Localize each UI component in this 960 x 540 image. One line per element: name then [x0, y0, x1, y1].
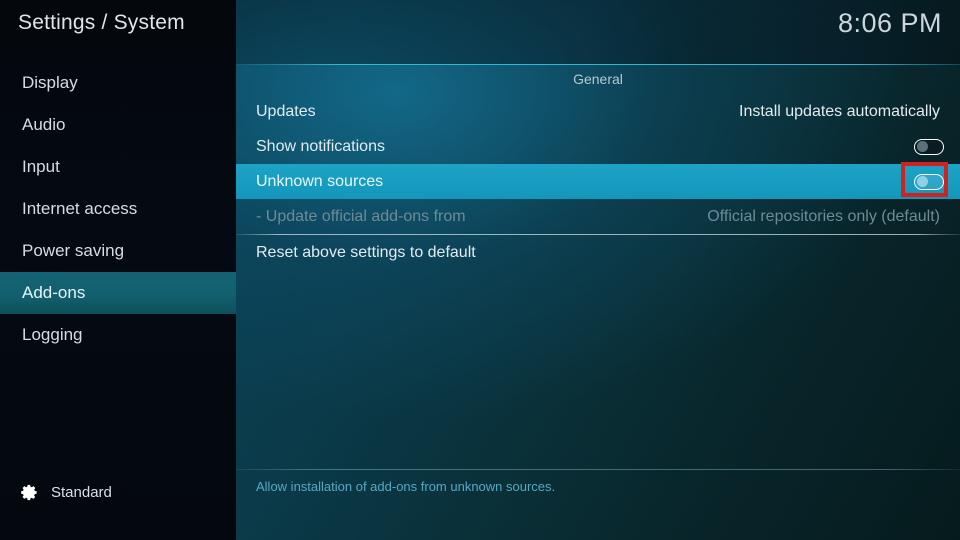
- settings-list: Updates Install updates automatically Sh…: [236, 94, 960, 270]
- sidebar-item-logging[interactable]: Logging: [0, 314, 236, 356]
- breadcrumb: Settings / System: [18, 11, 185, 34]
- show-notifications-toggle[interactable]: [914, 138, 944, 155]
- setting-label: Show notifications: [256, 137, 385, 155]
- sidebar-item-add-ons[interactable]: Add-ons: [0, 272, 236, 314]
- sidebar-item-label: Logging: [22, 325, 83, 344]
- sidebar-item-label: Audio: [22, 115, 66, 134]
- toggle-knob: [916, 175, 928, 187]
- sidebar-item-label: Internet access: [22, 199, 138, 218]
- sidebar-item-input[interactable]: Input: [0, 146, 236, 188]
- sidebar-item-display[interactable]: Display: [0, 62, 236, 104]
- toggle-knob: [916, 140, 928, 152]
- gear-icon: [20, 483, 39, 502]
- setting-row-show-notifications[interactable]: Show notifications: [236, 129, 960, 164]
- sidebar-item-audio[interactable]: Audio: [0, 104, 236, 146]
- sidebar-item-label: Power saving: [22, 241, 125, 260]
- setting-label: Reset above settings to default: [256, 243, 476, 261]
- setting-label: Updates: [256, 102, 316, 120]
- setting-row-update-official-addons-from: - Update official add-ons from Official …: [236, 199, 960, 234]
- sidebar-item-label: Display: [22, 73, 78, 92]
- sidebar-item-internet-access[interactable]: Internet access: [0, 188, 236, 230]
- clock: 8:06 PM: [837, 8, 942, 38]
- help-separator: [236, 469, 960, 470]
- setting-row-reset-above-settings[interactable]: Reset above settings to default: [236, 235, 960, 270]
- unknown-sources-toggle[interactable]: [914, 173, 944, 190]
- sidebar-item-power-saving[interactable]: Power saving: [0, 230, 236, 272]
- sidebar: Settings / System Display Audio Input In…: [0, 0, 236, 540]
- setting-label: - Update official add-ons from: [256, 207, 466, 225]
- setting-description: Allow installation of add-ons from unkno…: [256, 479, 556, 494]
- sidebar-nav: Display Audio Input Internet access Powe…: [0, 62, 236, 356]
- setting-value: Install updates automatically: [739, 102, 940, 120]
- setting-row-unknown-sources[interactable]: Unknown sources: [236, 164, 960, 199]
- sidebar-item-label: Input: [22, 157, 60, 176]
- setting-value: Official repositories only (default): [707, 207, 940, 225]
- setting-row-updates[interactable]: Updates Install updates automatically: [236, 94, 960, 129]
- setting-label: Unknown sources: [256, 172, 384, 190]
- kodi-settings-window: Settings / System Display Audio Input In…: [0, 0, 960, 540]
- settings-level-label: Standard: [51, 483, 112, 501]
- settings-level-selector[interactable]: Standard: [0, 478, 236, 506]
- settings-group-header: General: [573, 71, 623, 87]
- sidebar-item-label: Add-ons: [22, 283, 86, 302]
